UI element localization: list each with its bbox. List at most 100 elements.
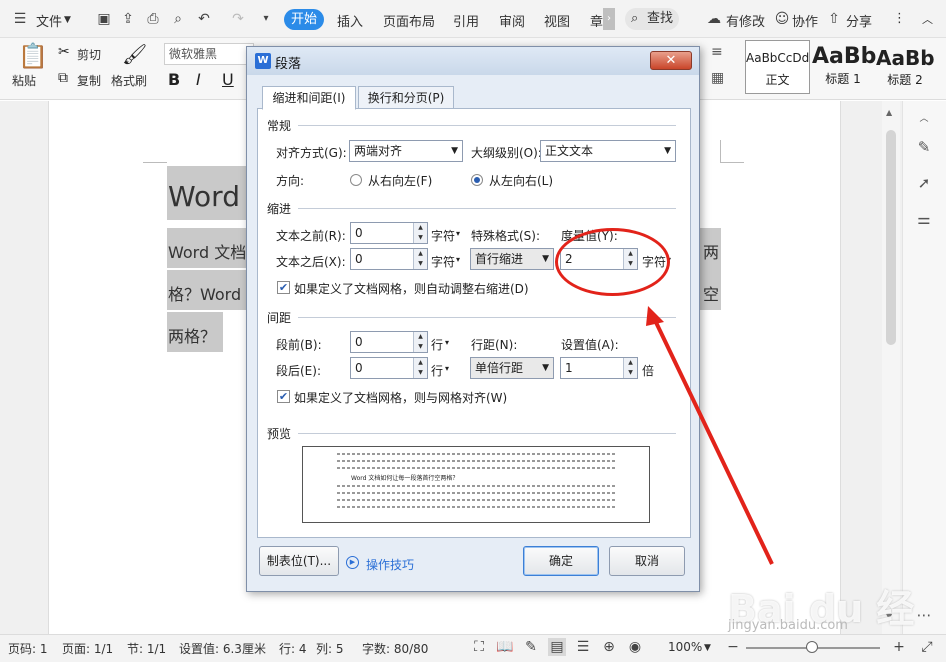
spin-up-icon[interactable]: ▲ (413, 332, 427, 342)
spin-down-icon[interactable]: ▼ (413, 259, 427, 269)
unit-char-select[interactable]: 字符 (431, 227, 455, 244)
tab-indent-spacing[interactable]: 缩进和间距(I) (262, 86, 356, 110)
edit-icon[interactable]: ✎ (522, 638, 540, 656)
scroll-up-icon[interactable]: ▲ (886, 108, 892, 117)
save-icon[interactable]: ▣ (96, 11, 112, 27)
tab-page-layout[interactable]: 页面布局 (383, 11, 435, 30)
ltr-label[interactable]: 从左向右(L) (489, 172, 553, 189)
zoom-slider-knob[interactable] (806, 641, 818, 653)
zoom-out-icon[interactable]: − (724, 638, 742, 656)
spin-down-icon[interactable]: ▼ (413, 233, 427, 243)
bold-button[interactable]: B (168, 70, 180, 89)
cloud-icon[interactable]: ☁ (706, 11, 722, 27)
chevron-down-icon[interactable]: ▾ (445, 338, 449, 347)
chevron-down-icon[interactable]: ▾ (445, 364, 449, 373)
scroll-thumb[interactable] (886, 130, 896, 345)
format-painter-button[interactable]: 格式刷 (111, 72, 147, 89)
alignment-select[interactable]: 两端对齐 ▼ (349, 140, 463, 162)
redo-icon[interactable]: ↷ (230, 11, 246, 27)
chevron-up-icon[interactable]: ︿ (915, 110, 933, 128)
read-mode-icon[interactable]: 📖 (496, 638, 514, 656)
rtl-label[interactable]: 从右向左(F) (368, 172, 432, 189)
unit-char-select[interactable]: 字符 (431, 253, 455, 270)
status-page-number[interactable]: 页码: 1 (8, 640, 48, 657)
customize-toolbar-icon[interactable]: ▾ (258, 11, 274, 27)
file-menu[interactable]: 文件 (36, 11, 62, 30)
print-preview-icon[interactable]: ⌕ (170, 11, 186, 27)
italic-button[interactable]: I (196, 70, 201, 89)
tab-references[interactable]: 引用 (453, 11, 479, 30)
cursor-icon[interactable]: ➚ (915, 174, 933, 192)
collab-button[interactable]: 协作 (792, 11, 818, 30)
tab-start[interactable]: 开始 (284, 9, 324, 30)
chevron-down-icon[interactable]: ▾ (456, 229, 460, 238)
rtl-radio[interactable] (350, 174, 362, 186)
chevron-down-icon[interactable]: ▼ (704, 643, 711, 653)
tab-view[interactable]: 视图 (544, 11, 570, 30)
close-button[interactable]: ✕ (650, 51, 692, 70)
snap-to-grid-label[interactable]: 如果定义了文档网格，则与网格对齐(W) (294, 389, 507, 406)
auto-right-indent-checkbox[interactable]: ✔ (277, 281, 290, 294)
settings-sliders-icon[interactable]: ⚌ (915, 210, 933, 228)
spin-up-icon[interactable]: ▲ (413, 249, 427, 259)
underline-button[interactable]: U (222, 70, 234, 89)
collab-icon[interactable]: ☺ (774, 11, 790, 27)
print-icon[interactable]: ⎙ (145, 11, 161, 27)
fullscreen-icon[interactable]: ⛶ (470, 638, 488, 656)
status-section[interactable]: 节: 1/1 (127, 640, 166, 657)
tab-chapter[interactable]: 章 (590, 11, 603, 30)
share-button[interactable]: 分享 (846, 11, 872, 30)
chevron-down-icon[interactable]: ▼ (64, 15, 71, 25)
cut-icon[interactable]: ✂ (58, 44, 70, 60)
style-heading-2[interactable]: AaBb 标题 2 (876, 40, 935, 94)
eye-protection-icon[interactable]: ◉ (626, 638, 644, 656)
copy-icon[interactable]: ⧉ (58, 70, 68, 86)
ok-button[interactable]: 确定 (523, 546, 599, 576)
tab-line-page-break[interactable]: 换行和分页(P) (358, 86, 454, 109)
set-value-input[interactable]: 1 ▲ ▼ (560, 357, 638, 379)
share-icon[interactable]: ⇧ (826, 11, 842, 27)
copy-button[interactable]: 复制 (77, 72, 101, 89)
undo-icon[interactable]: ↶ (196, 11, 212, 27)
ltr-radio[interactable] (471, 174, 483, 186)
auto-right-indent-label[interactable]: 如果定义了文档网格，则自动调整右缩进(D) (294, 280, 529, 297)
outline-view-icon[interactable]: ☰ (574, 638, 592, 656)
spin-down-icon[interactable]: ▼ (413, 368, 427, 378)
unit-line-select[interactable]: 行 (431, 336, 443, 353)
spin-up-icon[interactable]: ▲ (413, 358, 427, 368)
chevron-down-icon[interactable]: ▾ (456, 255, 460, 264)
collapse-ribbon-icon[interactable]: ︿ (922, 11, 933, 27)
spin-down-icon[interactable]: ▼ (413, 342, 427, 352)
cut-button[interactable]: 剪切 (77, 46, 101, 63)
page-view-icon[interactable]: ▤ (548, 638, 566, 656)
search-box[interactable]: ⌕ 查找 (625, 8, 679, 30)
paste-button[interactable]: 粘贴 (12, 72, 36, 89)
style-normal[interactable]: AaBbCcDd 正文 (745, 40, 810, 94)
space-before-input[interactable]: 0 ▲ ▼ (350, 331, 428, 353)
space-after-input[interactable]: 0 ▲ ▼ (350, 357, 428, 379)
status-set-value[interactable]: 设置值: 6.3厘米 (179, 640, 266, 657)
zoom-level[interactable]: 100% (668, 640, 702, 654)
play-icon[interactable]: ▶ (346, 556, 359, 569)
fit-page-icon[interactable]: ⤢ (918, 638, 936, 656)
zoom-in-icon[interactable]: + (890, 638, 908, 656)
outline-select[interactable]: 正文文本 ▼ (540, 140, 676, 162)
spin-up-icon[interactable]: ▲ (413, 223, 427, 233)
more-icon[interactable]: ⋮ (893, 11, 906, 26)
snap-to-grid-checkbox[interactable]: ✔ (277, 390, 290, 403)
indent-after-input[interactable]: 0 ▲ ▼ (350, 248, 428, 270)
pen-icon[interactable]: ✎ (915, 138, 933, 156)
align-icon[interactable]: ≡ (711, 44, 723, 60)
paste-icon[interactable]: 📋 (18, 42, 48, 70)
revise-button[interactable]: 有修改 (726, 11, 765, 30)
special-format-select[interactable]: 首行缩进 ▼ (470, 248, 554, 270)
menu-icon[interactable]: ☰ (12, 11, 28, 27)
status-word-count[interactable]: 字数: 80/80 (362, 640, 428, 657)
tips-link[interactable]: 操作技巧 (366, 556, 414, 573)
export-icon[interactable]: ⇪ (120, 11, 136, 27)
tab-review[interactable]: 审阅 (499, 11, 525, 30)
font-name-select[interactable]: 微软雅黑 (164, 43, 254, 65)
borders-icon[interactable]: ▦ (711, 70, 724, 86)
style-heading-1[interactable]: AaBb 标题 1 (812, 40, 876, 94)
status-page-count[interactable]: 页面: 1/1 (62, 640, 113, 657)
